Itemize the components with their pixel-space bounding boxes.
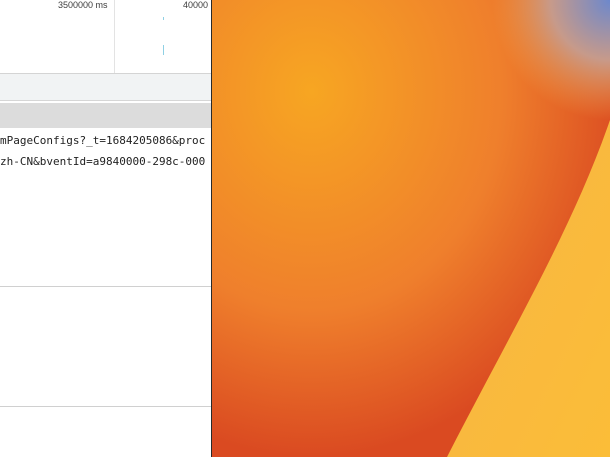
timeline-gridline (114, 0, 115, 73)
network-toolbar-strip (0, 74, 211, 101)
devtools-network-panel: 3500000 ms 40000 mPageConfigs?_t=1684205… (0, 0, 211, 457)
timeline-marker (163, 17, 164, 20)
wallpaper-art (212, 0, 610, 457)
timeline-tick-label: 40000 (183, 0, 209, 10)
timeline-marker (163, 45, 164, 55)
request-row-url[interactable]: mPageConfigs?_t=1684205086&proc (0, 134, 205, 147)
panel-divider (0, 406, 211, 407)
network-table-header (0, 103, 211, 128)
network-timeline-overview[interactable]: 3500000 ms 40000 (0, 0, 211, 74)
desktop-wallpaper (212, 0, 610, 457)
panel-divider (0, 286, 211, 287)
request-row-url[interactable]: zh-CN&bventId=a9840000-298c-000 (0, 155, 205, 168)
timeline-tick-label: 3500000 ms (58, 0, 108, 10)
